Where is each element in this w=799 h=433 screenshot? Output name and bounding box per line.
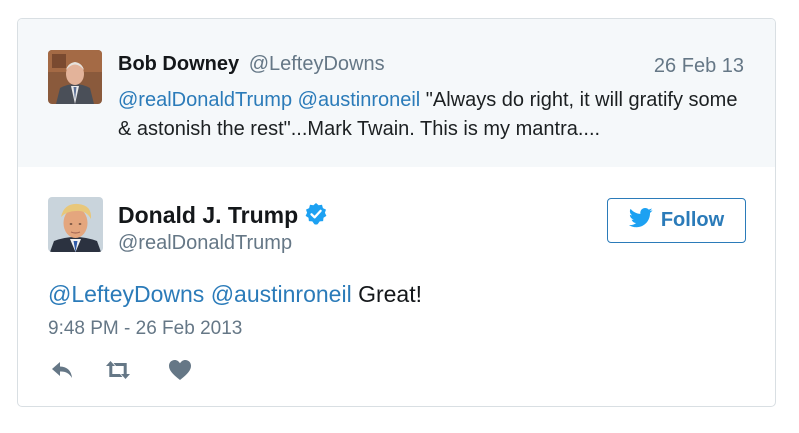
parent-author[interactable]: Bob Downey @LefteyDowns (118, 52, 385, 76)
main-author-avatar[interactable] (48, 197, 103, 252)
main-tweet-body: Great! (358, 281, 422, 307)
main-mention-link[interactable]: @austinroneil (211, 281, 352, 307)
parent-tweet-date[interactable]: 26 Feb 13 (654, 54, 744, 78)
main-tweet-text: @LefteyDowns @austinroneil Great! (48, 279, 422, 309)
twitter-bird-icon (628, 207, 653, 234)
verified-badge-icon (304, 202, 328, 232)
parent-author-handle[interactable]: @LefteyDowns (249, 53, 385, 75)
main-mention-link[interactable]: @LefteyDowns (48, 281, 204, 307)
parent-mention-link[interactable]: @realDonaldTrump (118, 89, 292, 111)
reply-button[interactable] (48, 359, 78, 385)
parent-author-name[interactable]: Bob Downey (118, 53, 239, 75)
main-author[interactable]: Donald J. Trump (118, 201, 328, 232)
retweet-button[interactable] (103, 359, 133, 385)
parent-tweet-text: @realDonaldTrump @austinroneil "Always d… (118, 86, 738, 144)
parent-tweet[interactable]: Bob Downey @LefteyDowns 26 Feb 13 @realD… (18, 19, 775, 167)
embedded-tweet-card: Bob Downey @LefteyDowns 26 Feb 13 @realD… (17, 18, 776, 407)
follow-label: Follow (660, 209, 725, 231)
parent-mention-link[interactable]: @austinroneil (298, 89, 421, 111)
retweet-icon (103, 358, 133, 387)
parent-author-avatar[interactable] (48, 50, 102, 104)
like-icon (168, 359, 192, 386)
reply-icon (50, 359, 76, 386)
tweet-timestamp[interactable]: 9:48 PM - 26 Feb 2013 (48, 317, 242, 341)
like-button[interactable] (165, 359, 195, 385)
main-author-handle[interactable]: @realDonaldTrump (118, 231, 292, 255)
follow-button[interactable]: Follow (607, 198, 746, 243)
main-author-name[interactable]: Donald J. Trump (118, 202, 298, 228)
